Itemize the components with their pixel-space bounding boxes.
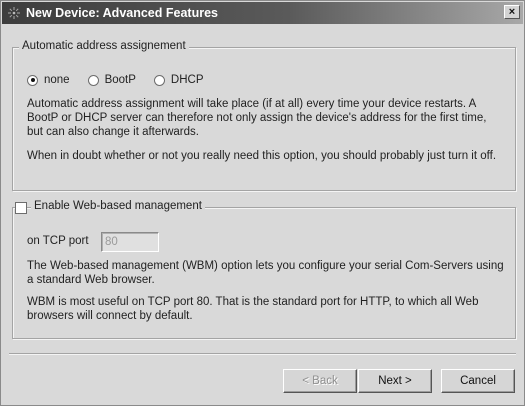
radio-button-bootp[interactable] xyxy=(87,74,99,86)
wbm-checkbox-label[interactable]: Enable Web-based management xyxy=(31,200,205,212)
radio-label-dhcp: DHCP xyxy=(170,74,204,86)
next-button[interactable]: Next > xyxy=(358,369,432,393)
dialog-window: New Device: Advanced Features × Automati… xyxy=(0,0,525,406)
address-options: none BootP DHCP xyxy=(27,74,222,86)
radio-button-dhcp[interactable] xyxy=(153,74,165,86)
address-assignment-legend: Automatic address assignement xyxy=(19,40,189,52)
window-title: New Device: Advanced Features xyxy=(26,6,218,20)
app-icon xyxy=(8,7,20,19)
radio-option-none[interactable]: none xyxy=(27,74,70,86)
wbm-group: Enable Web-based management on TCP port … xyxy=(12,200,516,339)
cancel-button[interactable]: Cancel xyxy=(441,369,515,393)
address-assignment-group: Automatic address assignement none BootP… xyxy=(12,40,516,191)
radio-option-dhcp[interactable]: DHCP xyxy=(153,74,204,86)
address-assignment-description: Automatic address assignment will take p… xyxy=(27,98,487,138)
radio-option-bootp[interactable]: BootP xyxy=(87,74,136,86)
radio-label-none: none xyxy=(44,74,70,86)
radio-label-bootp: BootP xyxy=(104,74,136,86)
wbm-note: WBM is most useful on TCP port 80. That … xyxy=(27,296,479,322)
tcp-port-input[interactable] xyxy=(101,232,159,252)
tcp-port-label: on TCP port xyxy=(27,235,89,247)
radio-button-none[interactable] xyxy=(27,74,38,86)
back-button[interactable]: < Back xyxy=(283,369,357,393)
wbm-checkbox[interactable] xyxy=(15,202,27,214)
title-bar[interactable]: New Device: Advanced Features × xyxy=(2,2,523,24)
separator-line xyxy=(9,353,516,355)
address-assignment-advice: When in doubt whether or not you really … xyxy=(27,150,497,162)
close-icon: × xyxy=(508,6,516,18)
close-button[interactable]: × xyxy=(504,5,520,19)
wbm-description: The Web-based management (WBM) option le… xyxy=(27,260,504,286)
